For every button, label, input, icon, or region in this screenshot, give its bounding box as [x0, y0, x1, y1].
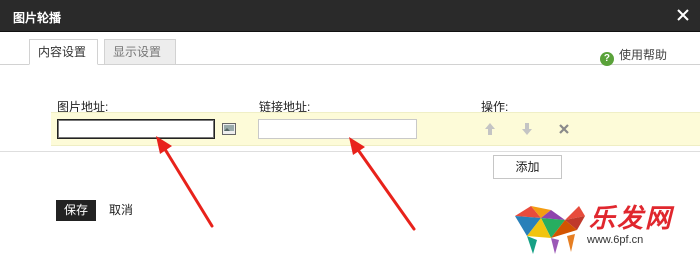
watermark-brand: 乐发网: [589, 204, 674, 234]
delete-icon[interactable]: [557, 121, 571, 137]
link-url-input[interactable]: [258, 119, 417, 139]
save-button[interactable]: 保存: [56, 200, 96, 221]
tab-bar: 内容设置 显示设置 ? 使用帮助: [0, 39, 700, 66]
tab-display-settings[interactable]: 显示设置: [104, 39, 176, 65]
cancel-button[interactable]: 取消: [109, 200, 133, 221]
question-circle-icon: ?: [599, 52, 614, 66]
section-divider: [0, 151, 700, 152]
add-button[interactable]: 添加: [493, 155, 562, 179]
image-browse-icon[interactable]: [222, 123, 236, 135]
dialog-title: 图片轮播: [13, 11, 62, 25]
move-down-icon[interactable]: [520, 121, 534, 137]
slide-row: [51, 112, 700, 146]
help-link[interactable]: ? 使用帮助: [599, 46, 667, 66]
help-label: 使用帮助: [618, 48, 667, 62]
image-url-input[interactable]: [57, 119, 215, 139]
watermark-url: www.6pf.cn: [587, 234, 644, 246]
close-icon[interactable]: [675, 7, 691, 23]
tab-content-settings[interactable]: 内容设置: [29, 39, 98, 65]
bull-logo-icon: [515, 206, 585, 254]
move-up-icon[interactable]: [483, 121, 497, 137]
watermark-logo: 乐发网 www.6pf.cn: [507, 196, 697, 258]
dialog-titlebar: 图片轮播: [0, 0, 700, 32]
